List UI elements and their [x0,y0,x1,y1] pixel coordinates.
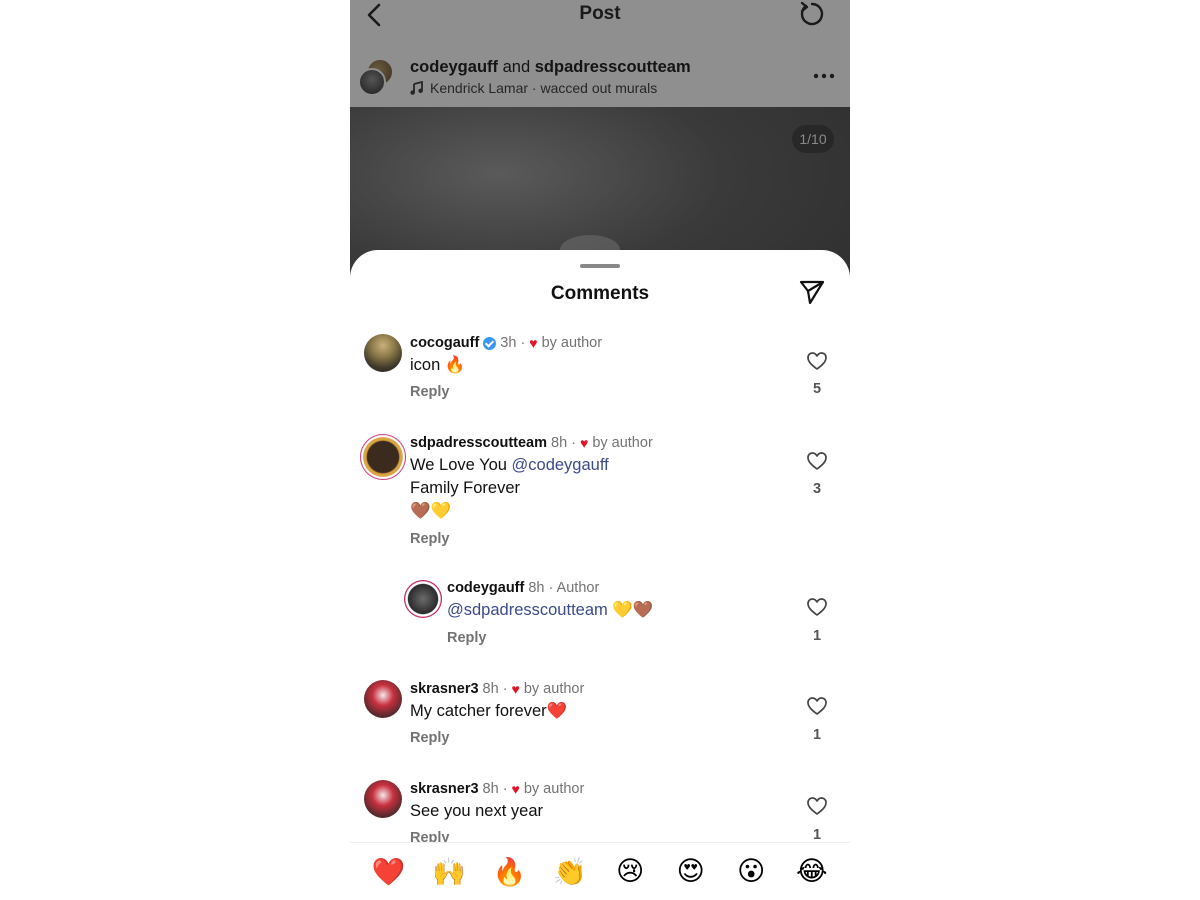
red-heart-emoji-button[interactable]: ❤️ [368,856,408,888]
comment-text: @sdpadresscoutteam 💛🤎 [447,599,653,622]
comment-text: icon 🔥 [410,356,466,374]
mention-link[interactable]: @codeygauff [512,456,609,474]
heart-icon[interactable] [806,596,828,618]
heart-eyes-emoji-button[interactable]: 😍 [671,856,711,887]
raising-hands-emoji-button[interactable]: 🙌 [429,856,469,888]
top-bar: Post [350,0,850,40]
reply-button[interactable]: Reply [410,730,450,746]
comment-username[interactable]: cocogauff [410,335,479,351]
comment-time: 8h · [551,435,576,451]
like-count: 3 [812,481,822,497]
comment-username[interactable]: sdpadresscoutteam [410,435,547,451]
comment-username[interactable]: codeygauff [447,580,524,596]
like-count: 1 [812,628,822,644]
comment-time: 8h · Author [528,580,600,596]
author-heart-icon: ♥ [511,781,520,797]
author-heart-icon: ♥ [580,435,589,451]
post-authors: codeygauff and sdpadresscoutteam [410,58,691,77]
comment-text: Family Forever [410,479,521,497]
comment-text-part: We Love You [410,456,512,474]
heart-icon[interactable] [806,795,828,817]
liked-by-author-label: by author [523,781,585,797]
music-label: Kendrick Lamar · wacced out murals [430,80,658,96]
mention-link[interactable]: @sdpadresscoutteam [447,601,608,619]
comment-time: 8h · [482,681,508,697]
verified-badge-icon [483,336,497,350]
reply-button[interactable]: Reply [410,384,450,400]
reply-button[interactable]: Reply [410,531,450,547]
like-count: 1 [812,827,822,843]
comment-text: See you next year [410,802,543,820]
comment-meta: skrasner3 8h · ♥ by author [410,781,584,797]
comment-text: 🤎💛 [410,502,452,520]
heart-icon[interactable] [806,350,828,372]
page-title: Post [579,3,621,24]
author-heart-icon: ♥ [529,335,538,351]
comment-username[interactable]: skrasner3 [410,681,479,697]
author-link[interactable]: sdpadresscoutteam [535,58,691,76]
clapping-emoji-button[interactable]: 👏 [550,856,590,888]
heart-icon[interactable] [806,695,828,717]
laughing-emoji-button[interactable]: 😂 [792,856,832,887]
quick-reaction-bar: ❤️ 🙌 🔥 👏 😢 😍 😮 😂 [350,842,850,900]
comment-meta: codeygauff 8h · Author [447,580,599,596]
fire-emoji-button[interactable]: 🔥 [489,856,529,888]
slide-counter: 1/10 [792,125,834,153]
comment-time: 8h · [482,781,508,797]
heart-icon[interactable] [806,450,828,472]
reply-button[interactable]: Reply [447,630,487,646]
crying-emoji-button[interactable]: 😢 [610,856,650,887]
like-count: 5 [812,381,822,397]
author-link[interactable]: codeygauff [410,58,498,76]
phone-screen: Post codeygauff and sdpadresscoutteam Ke… [350,0,850,900]
avatar[interactable] [364,780,402,818]
liked-by-author-label: by author [541,335,603,351]
comment-meta: skrasner3 8h · ♥ by author [410,681,584,697]
music-info[interactable]: Kendrick Lamar · wacced out murals [410,80,657,96]
liked-by-author-label: by author [523,681,585,697]
comment-meta: cocogauff 3h · ♥ by author [410,335,602,351]
comment-text-part: 💛🤎 [607,601,654,619]
author-conjunction: and [502,58,531,76]
post-header: codeygauff and sdpadresscoutteam Kendric… [350,48,850,104]
sheet-title: Comments [550,283,650,304]
send-icon[interactable] [798,278,826,306]
avatar[interactable] [364,680,402,718]
avatar[interactable] [364,334,402,372]
surprised-emoji-button[interactable]: 😮 [731,856,771,887]
avatar[interactable] [404,580,442,618]
sheet-grabber[interactable] [580,264,620,268]
refresh-icon[interactable] [798,0,826,28]
avatar [358,68,386,96]
comment-meta: sdpadresscoutteam 8h · ♥ by author [410,435,653,451]
author-heart-icon: ♥ [511,681,520,697]
collab-avatar[interactable] [358,58,396,96]
more-options-icon[interactable] [812,66,836,86]
comment-time: 3h · [500,335,526,351]
comment-username[interactable]: skrasner3 [410,781,479,797]
comment-text: We Love You @codeygauff [410,454,609,477]
like-count: 1 [812,727,822,743]
music-note-icon [410,81,423,95]
liked-by-author-label: by author [592,435,653,451]
avatar[interactable] [360,434,406,480]
comment-text: My catcher forever❤️ [410,702,568,720]
